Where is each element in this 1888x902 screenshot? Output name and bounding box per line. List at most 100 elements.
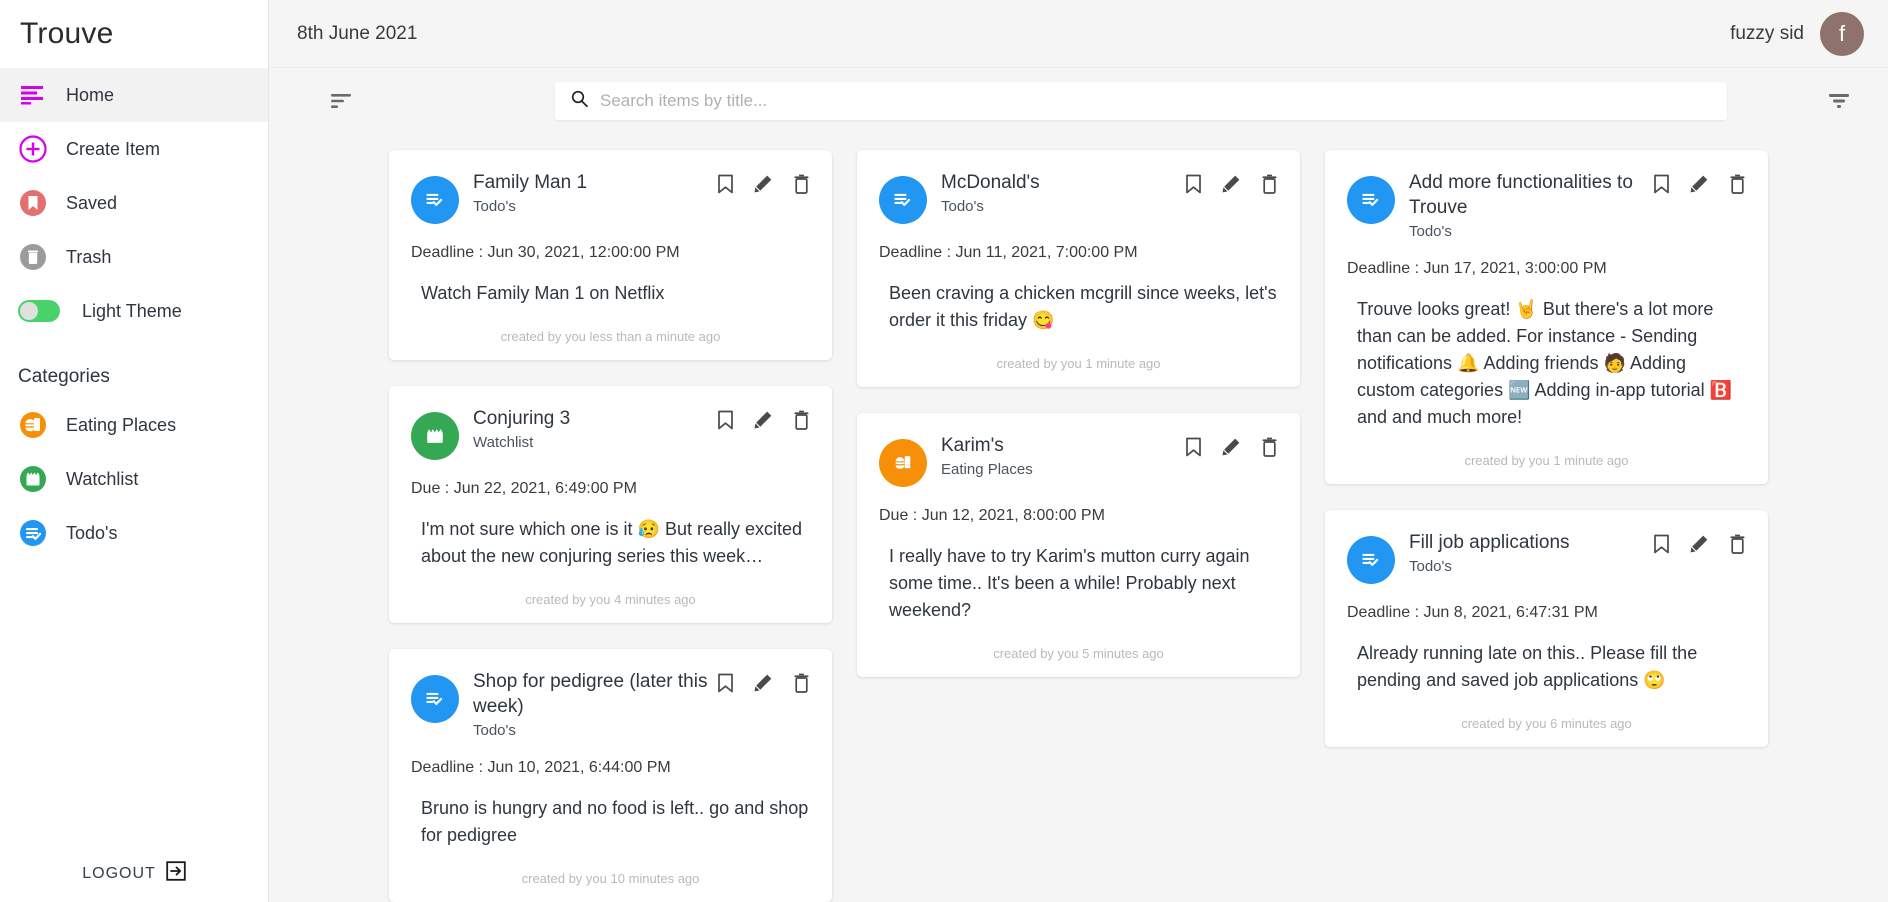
sidebar-item-create-item[interactable]: Create Item	[0, 122, 268, 176]
sort-icon[interactable]	[319, 78, 365, 124]
card-titles: Karim's Eating Places	[941, 433, 1185, 478]
card-description: Bruno is hungry and no food is left.. go…	[421, 798, 809, 845]
card-deadline: Due : Jun 12, 2021, 8:00:00 PM	[879, 507, 1105, 524]
edit-pencil-icon[interactable]	[1222, 174, 1241, 193]
checklist-icon	[14, 514, 52, 552]
bookmark-icon[interactable]	[1185, 437, 1202, 457]
card-titles: Family Man 1 Todo's	[473, 170, 717, 215]
card-title: Add more functionalities to Trouve	[1409, 172, 1633, 218]
sidebar-item-trash[interactable]: Trash	[0, 230, 268, 284]
trash-icon[interactable]	[1261, 174, 1278, 194]
card-deadline: Deadline : Jun 8, 2021, 6:47:31 PM	[1347, 604, 1598, 621]
filter-icon[interactable]	[1816, 78, 1862, 124]
edit-pencil-icon[interactable]	[754, 174, 773, 193]
topbar: 8th June 2021 fuzzy sid f	[269, 0, 1888, 68]
sidebar-item-eating-places[interactable]: Eating Places	[0, 398, 268, 452]
user-area[interactable]: fuzzy sid f	[1730, 11, 1864, 56]
current-date: 8th June 2021	[297, 22, 418, 44]
card-actions	[1185, 433, 1278, 457]
bookmark-icon[interactable]	[717, 174, 734, 194]
trash-icon[interactable]	[1729, 534, 1746, 554]
card-deadline: Deadline : Jun 30, 2021, 12:00:00 PM	[411, 244, 680, 261]
card-titles: Add more functionalities to Trouve Todo'…	[1409, 170, 1653, 240]
burger-drink-icon	[14, 406, 52, 444]
item-card[interactable]: Shop for pedigree (later this week) Todo…	[389, 649, 832, 902]
card-footer: created by you 5 minutes ago	[993, 646, 1164, 661]
item-card[interactable]: Conjuring 3 Watchlist Due: Jun 22, 2021…	[389, 386, 832, 623]
card-deadline: Deadline : Jun 10, 2021, 6:44:00 PM	[411, 759, 671, 776]
sidebar-item-label: Saved	[66, 192, 118, 213]
card-header: Karim's Eating Places	[879, 433, 1278, 487]
light-theme-label: Light Theme	[82, 300, 182, 321]
item-card[interactable]: Fill job applications Todo's Deadline: …	[1325, 510, 1768, 747]
light-theme-toggle[interactable]	[18, 300, 60, 322]
sidebar-item-todos[interactable]: Todo's	[0, 506, 268, 560]
sidebar-item-label: Trash	[66, 246, 112, 267]
item-card[interactable]: Family Man 1 Todo's Deadline: Jun 30, 2…	[389, 150, 832, 360]
plus-circle-icon	[14, 130, 52, 168]
main-content: 8th June 2021 fuzzy sid f Search items b…	[269, 0, 1888, 902]
trash-icon[interactable]	[793, 410, 810, 430]
edit-pencil-icon[interactable]	[1222, 437, 1241, 456]
card-description: I really have to try Karim's mutton curr…	[889, 546, 1250, 620]
theme-toggle-row[interactable]: Light Theme	[0, 284, 268, 338]
card-header: Conjuring 3 Watchlist	[411, 406, 810, 460]
edit-pencil-icon[interactable]	[754, 410, 773, 429]
bookmark-icon[interactable]	[1185, 174, 1202, 194]
search-bar[interactable]	[555, 82, 1727, 120]
avatar[interactable]: f	[1820, 11, 1864, 56]
search-icon	[571, 90, 600, 112]
edit-pencil-icon[interactable]	[1690, 174, 1709, 193]
card-description: Been craving a chicken mcgrill since wee…	[889, 283, 1277, 330]
bookmark-icon[interactable]	[717, 410, 734, 430]
card-title: Conjuring 3	[473, 408, 571, 429]
sidebar-item-home[interactable]: Home	[0, 68, 268, 122]
card-actions	[1653, 170, 1746, 194]
edit-pencil-icon[interactable]	[754, 673, 773, 692]
card-titles: Conjuring 3 Watchlist	[473, 406, 717, 451]
board-column: Family Man 1 Todo's Deadline: Jun 30, 2…	[389, 150, 832, 902]
card-titles: McDonald's Todo's	[941, 170, 1185, 215]
toggle-knob	[20, 302, 38, 320]
trash-icon[interactable]	[793, 174, 810, 194]
burger-drink-icon	[879, 439, 927, 487]
card-title: McDonald's	[941, 172, 1040, 193]
sidebar-item-watchlist[interactable]: Watchlist	[0, 452, 268, 506]
sidebar-item-saved[interactable]: Saved	[0, 176, 268, 230]
card-deadline: Due : Jun 22, 2021, 6:49:00 PM	[411, 480, 637, 497]
card-description: Already running late on this.. Please fi…	[1357, 643, 1698, 690]
card-actions	[717, 170, 810, 194]
card-category: Todo's	[473, 198, 516, 215]
trash-icon[interactable]	[1729, 174, 1746, 194]
trash-icon[interactable]	[793, 673, 810, 693]
search-input[interactable]	[600, 91, 1711, 111]
sidebar-item-label: Todo's	[66, 522, 118, 543]
card-footer: created by you 6 minutes ago	[1461, 716, 1632, 731]
logout-arrow-icon	[166, 861, 186, 886]
toolbar	[269, 68, 1888, 134]
checklist-icon	[1347, 176, 1395, 224]
logout-button[interactable]: LOGOUT	[0, 861, 268, 886]
card-actions	[1185, 170, 1278, 194]
card-footer: created by you 4 minutes ago	[525, 592, 696, 607]
item-card[interactable]: Karim's Eating Places Due: Jun 12, 2021…	[857, 413, 1300, 677]
card-actions	[1653, 530, 1746, 554]
checklist-icon	[879, 176, 927, 224]
card-description: Watch Family Man 1 on Netflix	[421, 283, 665, 303]
bookmark-icon[interactable]	[1653, 174, 1670, 194]
board-column: Add more functionalities to Trouve Todo'…	[1325, 150, 1768, 902]
trash-circle-icon	[14, 238, 52, 276]
bookmark-icon[interactable]	[717, 673, 734, 693]
item-card[interactable]: Add more functionalities to Trouve Todo'…	[1325, 150, 1768, 484]
categories-heading: Categories	[18, 366, 110, 387]
clapperboard-icon	[411, 412, 459, 460]
item-card[interactable]: McDonald's Todo's Deadline: Jun 11, 202…	[857, 150, 1300, 387]
card-footer: created by you 1 minute ago	[996, 356, 1161, 371]
card-header: Fill job applications Todo's	[1347, 530, 1746, 584]
cards-board: Family Man 1 Todo's Deadline: Jun 30, 2…	[269, 134, 1888, 902]
edit-pencil-icon[interactable]	[1690, 534, 1709, 553]
card-title: Karim's	[941, 435, 1004, 456]
bookmark-icon[interactable]	[1653, 534, 1670, 554]
card-title: Family Man 1	[473, 172, 588, 193]
trash-icon[interactable]	[1261, 437, 1278, 457]
